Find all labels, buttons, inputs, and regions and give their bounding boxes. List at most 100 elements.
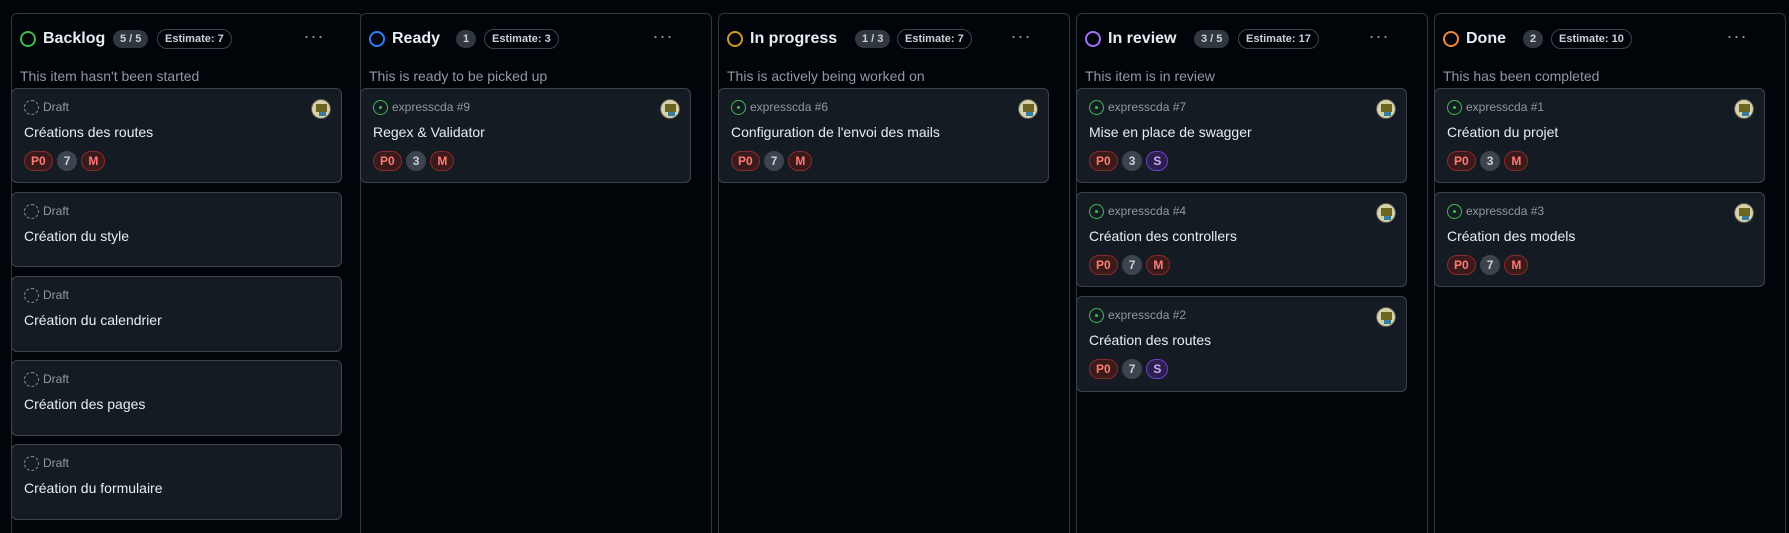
priority-label[interactable]: P0	[24, 151, 53, 171]
card[interactable]: expresscda #4 Création des controllers P…	[1076, 192, 1407, 287]
user-avatar[interactable]	[1376, 203, 1396, 223]
estimate-label[interactable]: 7	[56, 151, 78, 171]
card[interactable]: expresscda #6 Configuration de l'envoi d…	[718, 88, 1049, 183]
card-reference: expresscda #3	[1447, 203, 1544, 219]
card-reference: Draft	[24, 371, 69, 387]
card[interactable]: Draft Créations des routes P0 7 M	[11, 88, 342, 183]
column-more-button[interactable]: ···	[1008, 27, 1034, 48]
size-label[interactable]: M	[81, 151, 106, 171]
user-avatar[interactable]	[1376, 307, 1396, 327]
item-count: 2	[1523, 30, 1544, 48]
estimate-badge: Estimate: 3	[484, 29, 559, 49]
card[interactable]: expresscda #3 Création des models P0 7 M	[1434, 192, 1765, 287]
card[interactable]: expresscda #2 Création des routes P0 7 S	[1076, 296, 1407, 392]
size-label[interactable]: M	[430, 151, 455, 171]
issue-opened-icon	[731, 100, 746, 115]
card-reference: expresscda #1	[1447, 99, 1544, 115]
size-label[interactable]: M	[1146, 255, 1171, 275]
user-avatar[interactable]	[660, 99, 680, 119]
column-header: Backlog 5 / 5 Estimate: 7 ··· This item …	[12, 14, 362, 90]
column-title: In review	[1108, 30, 1177, 47]
estimate-label[interactable]: 7	[763, 151, 785, 171]
issue-opened-icon	[1447, 204, 1462, 219]
column-backlog: Backlog 5 / 5 Estimate: 7 ··· This item …	[11, 13, 363, 533]
priority-label[interactable]: P0	[1447, 151, 1476, 171]
card-title[interactable]: Création des routes	[1089, 332, 1211, 348]
status-circle-icon	[1085, 31, 1101, 47]
column-header: Done 2 Estimate: 10 ··· This has been co…	[1435, 14, 1785, 90]
estimate-label[interactable]: 7	[1121, 255, 1143, 275]
column-title: Backlog	[43, 30, 106, 47]
user-avatar[interactable]	[1376, 99, 1396, 119]
card-title[interactable]: Création des pages	[24, 396, 145, 412]
card-title[interactable]: Regex & Validator	[373, 124, 485, 140]
status-circle-icon	[369, 31, 385, 47]
user-avatar[interactable]	[311, 99, 331, 119]
issue-opened-icon	[373, 100, 388, 115]
user-avatar[interactable]	[1734, 203, 1754, 223]
size-label[interactable]: S	[1146, 151, 1169, 171]
item-count: 3 / 5	[1194, 30, 1230, 48]
priority-label[interactable]: P0	[373, 151, 402, 171]
card-reference: expresscda #4	[1089, 203, 1186, 219]
card-title[interactable]: Créations des routes	[24, 124, 153, 140]
estimate-label[interactable]: 7	[1121, 359, 1143, 379]
item-count: 5 / 5	[113, 30, 149, 48]
column-description: This item hasn't been started	[20, 68, 200, 84]
size-label[interactable]: M	[788, 151, 813, 171]
estimate-badge: Estimate: 7	[897, 29, 972, 49]
column-header: In review 3 / 5 Estimate: 17 ··· This it…	[1077, 14, 1427, 90]
card-title[interactable]: Création des controllers	[1089, 228, 1237, 244]
column-more-button[interactable]: ···	[650, 27, 676, 48]
card-labels: P0 3 S	[1089, 151, 1169, 171]
card[interactable]: Draft Création du style	[11, 192, 342, 267]
estimate-badge: Estimate: 17	[1238, 29, 1319, 49]
estimate-label[interactable]: 7	[1479, 255, 1501, 275]
priority-label[interactable]: P0	[1089, 359, 1118, 379]
column-in-progress: In progress 1 / 3 Estimate: 7 ··· This i…	[718, 13, 1070, 533]
user-avatar[interactable]	[1018, 99, 1038, 119]
column-description: This is actively being worked on	[727, 68, 925, 84]
priority-label[interactable]: P0	[1089, 255, 1118, 275]
priority-label[interactable]: P0	[1089, 151, 1118, 171]
size-label[interactable]: M	[1504, 151, 1529, 171]
card[interactable]: expresscda #1 Création du projet P0 3 M	[1434, 88, 1765, 183]
priority-label[interactable]: P0	[731, 151, 760, 171]
card[interactable]: expresscda #7 Mise en place de swagger P…	[1076, 88, 1407, 183]
card-title[interactable]: Mise en place de swagger	[1089, 124, 1252, 140]
card[interactable]: Draft Création des pages	[11, 360, 342, 436]
item-count: 1	[456, 30, 477, 48]
card-reference: Draft	[24, 99, 69, 115]
issue-opened-icon	[1089, 308, 1104, 323]
draft-icon	[24, 372, 39, 387]
card-title[interactable]: Création du formulaire	[24, 480, 163, 496]
priority-label[interactable]: P0	[1447, 255, 1476, 275]
draft-icon	[24, 288, 39, 303]
draft-icon	[24, 456, 39, 471]
size-label[interactable]: S	[1146, 359, 1169, 379]
estimate-label[interactable]: 3	[1479, 151, 1501, 171]
column-header: Ready 1 Estimate: 3 ··· This is ready to…	[361, 14, 711, 90]
column-description: This is ready to be picked up	[369, 68, 548, 84]
card-reference: expresscda #6	[731, 99, 828, 115]
column-title: In progress	[750, 30, 838, 47]
size-label[interactable]: M	[1504, 255, 1529, 275]
card-title[interactable]: Configuration de l'envoi des mails	[731, 124, 940, 140]
card-reference: Draft	[24, 287, 69, 303]
column-more-button[interactable]: ···	[1366, 27, 1392, 48]
item-count: 1 / 3	[855, 30, 891, 48]
status-circle-icon	[1443, 31, 1459, 47]
card-title[interactable]: Création du calendrier	[24, 312, 162, 328]
column-more-button[interactable]: ···	[301, 27, 327, 48]
user-avatar[interactable]	[1734, 99, 1754, 119]
card-title[interactable]: Création des models	[1447, 228, 1575, 244]
card[interactable]: expresscda #9 Regex & Validator P0 3 M	[360, 88, 691, 183]
column-more-button[interactable]: ···	[1724, 27, 1750, 48]
card-title[interactable]: Création du projet	[1447, 124, 1558, 140]
card[interactable]: Draft Création du calendrier	[11, 276, 342, 352]
card[interactable]: Draft Création du formulaire	[11, 444, 342, 520]
estimate-label[interactable]: 3	[405, 151, 427, 171]
card-title[interactable]: Création du style	[24, 228, 129, 244]
estimate-label[interactable]: 3	[1121, 151, 1143, 171]
card-reference: expresscda #9	[373, 99, 470, 115]
